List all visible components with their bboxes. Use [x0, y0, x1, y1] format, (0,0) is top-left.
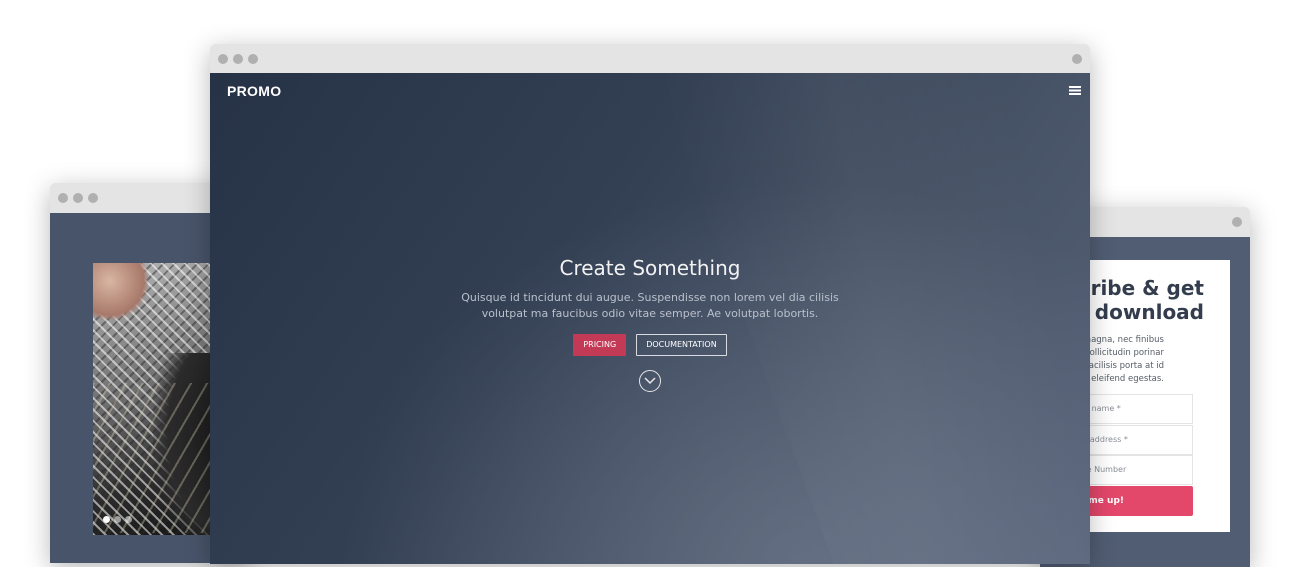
slider-dot[interactable]: [114, 516, 121, 523]
pricing-button[interactable]: PRICING: [573, 334, 627, 356]
window-dot-icon: [73, 193, 83, 203]
window-dot-icon: [58, 193, 68, 203]
hero-section: PROMO Create Something Quisque id tincid…: [210, 73, 1090, 564]
center-window-titlebar: [210, 44, 1090, 74]
brand-logo[interactable]: PROMO: [227, 83, 281, 99]
documentation-button[interactable]: DOCUMENTATION: [636, 334, 727, 356]
window-dot-icon: [88, 193, 98, 203]
center-browser-window: PROMO Create Something Quisque id tincid…: [210, 44, 1090, 564]
window-dot-icon: [233, 54, 243, 64]
hamburger-menu-icon[interactable]: [1069, 86, 1081, 95]
window-dot-icon: [1072, 54, 1082, 64]
hero-buttons: PRICING DOCUMENTATION: [210, 334, 1090, 356]
slider-dot[interactable]: [125, 516, 132, 523]
window-dot-icon: [218, 54, 228, 64]
chevron-down-icon: [644, 377, 656, 385]
hero-text: Quisque id tincidunt dui augue. Suspendi…: [461, 291, 839, 320]
slider-dots: [103, 516, 132, 523]
photo-detail: [93, 263, 148, 323]
hero-title: Create Something: [559, 256, 741, 280]
slider-dot[interactable]: [103, 516, 110, 523]
chevron-down-circle-icon[interactable]: [639, 370, 661, 392]
window-dot-icon: [1232, 217, 1242, 227]
window-dot-icon: [248, 54, 258, 64]
